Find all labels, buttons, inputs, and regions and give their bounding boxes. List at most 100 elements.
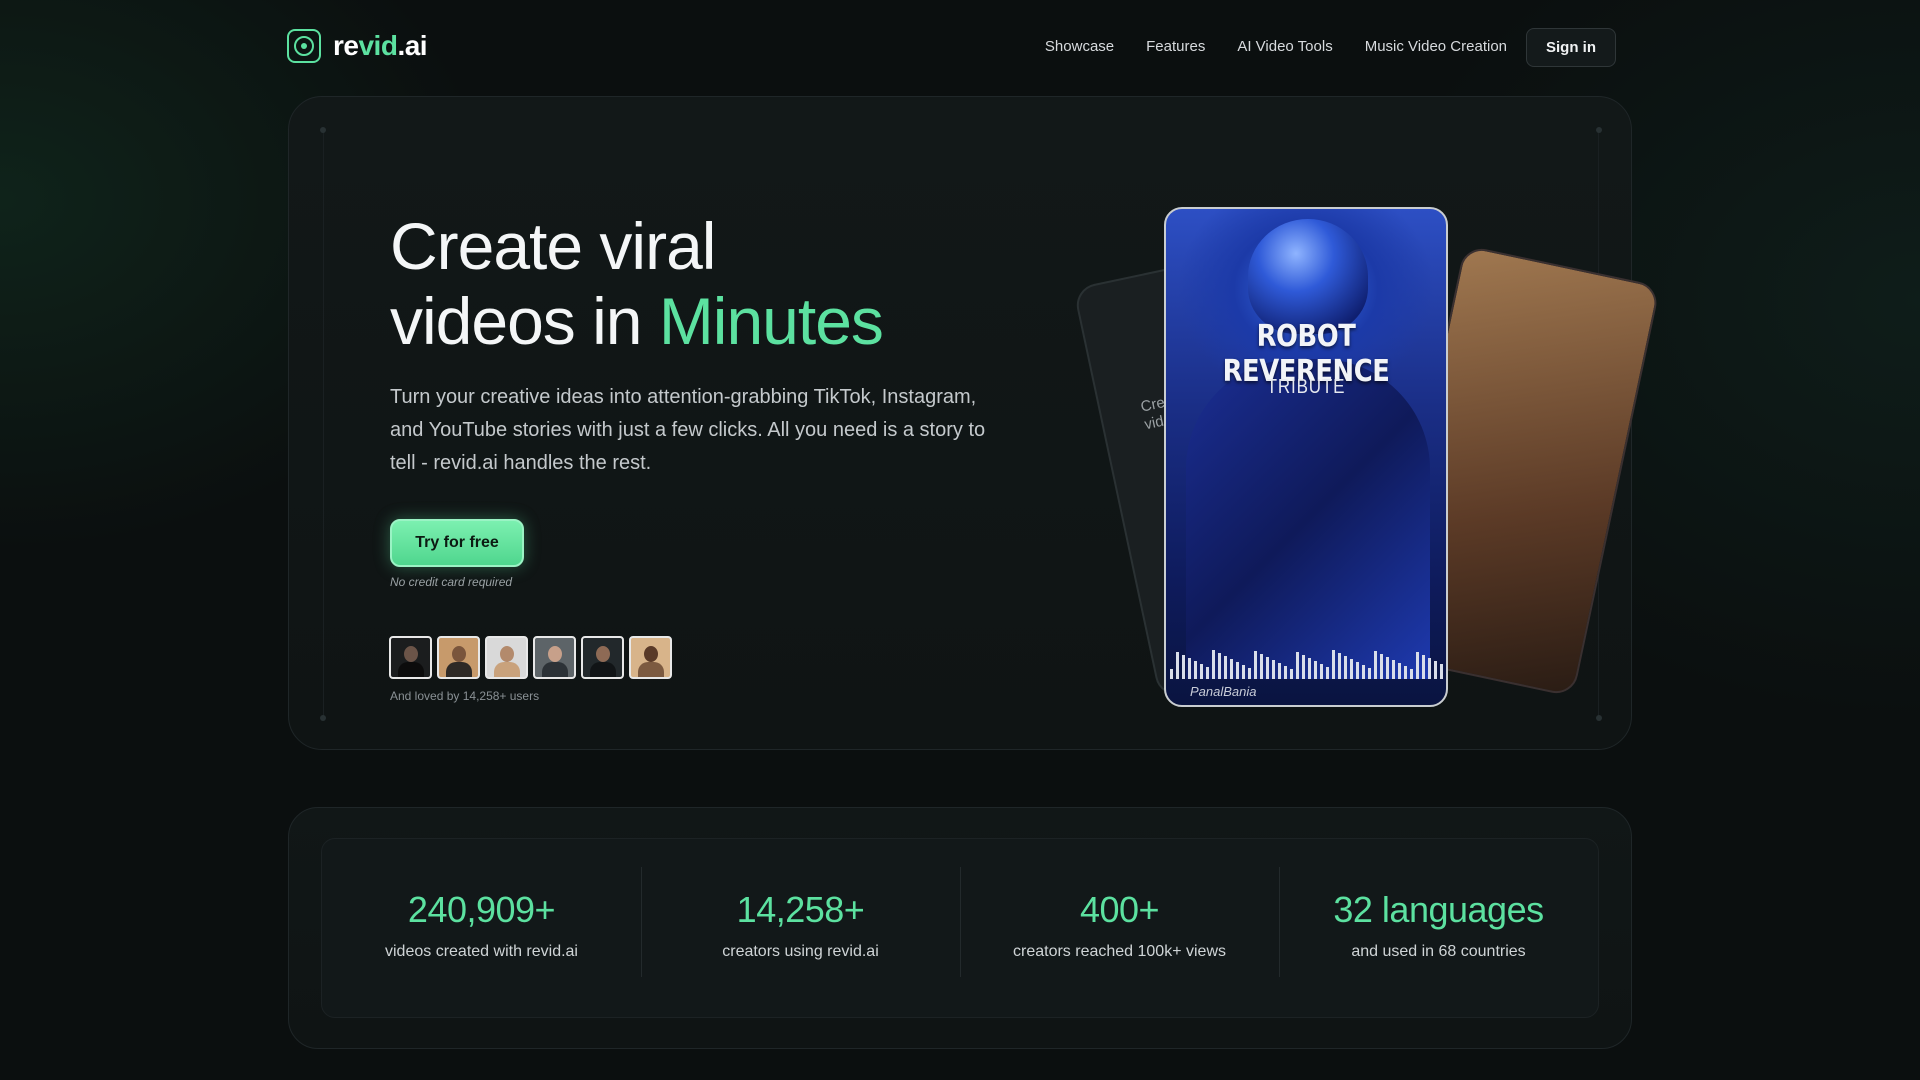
waveform-bar [1302,655,1305,679]
waveform-bar [1356,662,1359,679]
waveform-bar [1266,657,1269,679]
logo-icon [287,29,321,63]
waveform-bar [1314,661,1317,679]
waveform-bar [1236,662,1239,679]
avatar [629,636,672,679]
waveform-bar [1170,669,1173,679]
loved-by-text: And loved by 14,258+ users [390,689,540,703]
stat-languages: 32 languages and used in 68 countries [1279,839,1598,1017]
corner-dot [1596,127,1602,133]
video-brand: PanalBania [1190,684,1257,699]
waveform-bar [1296,652,1299,679]
waveform-bar [1290,669,1293,679]
video-subtitle: TRIBUTE [1266,376,1346,398]
stat-label: creators reached 100k+ views [1013,943,1226,960]
waveform-bar [1326,667,1329,679]
waveform-bar [1392,660,1395,679]
stat-creators-100k: 400+ creators reached 100k+ views [960,839,1279,1017]
nav-link-music-video-creation[interactable]: Music Video Creation [1365,38,1507,55]
hero-description: Turn your creative ideas into attention-… [390,386,986,474]
waveform-bar [1332,650,1335,679]
sign-in-button[interactable]: Sign in [1526,28,1616,67]
waveform-bar [1218,653,1221,679]
corner-dot [320,715,326,721]
waveform-bar [1374,651,1377,679]
stat-value: 240,909+ [407,889,556,930]
logo[interactable]: revid.ai [287,29,428,63]
waveform-bar [1188,658,1191,679]
waveform-bar [1380,654,1383,679]
try-for-free-button[interactable]: Try for free [390,519,524,567]
avatar [533,636,576,679]
waveform-bar [1272,660,1275,679]
hero-title-line2: videos in [390,284,659,358]
hero-inner: Create viral videos in Minutes Turn your… [320,127,1661,721]
hero-title: Create viral videos in Minutes [390,209,884,359]
waveform-bar [1404,666,1407,679]
waveform-bar [1320,664,1323,679]
stat-label: creators using revid.ai [722,943,879,960]
nav-link-showcase[interactable]: Showcase [1045,38,1114,55]
waveform-bar [1308,658,1311,679]
waveform-bar [1194,661,1197,679]
stat-value: 400+ [1079,889,1160,930]
waveform-bar [1338,653,1341,679]
nav-link-ai-video-tools[interactable]: AI Video Tools [1237,38,1332,55]
waveform-bar [1398,663,1401,679]
waveform-bar [1386,657,1389,679]
stat-value: 32 languages [1333,889,1544,930]
waveform-bar [1434,661,1437,679]
waveform-bar [1428,658,1431,679]
waveform-bar [1242,665,1245,679]
waveform-bar [1368,668,1371,679]
nav-links: Showcase Features AI Video Tools Music V… [1045,38,1507,55]
avatar [437,636,480,679]
waveform-bar [1212,650,1215,679]
waveform-bar [1422,655,1425,679]
logo-text-main: re [333,30,359,61]
waveform-bar [1206,667,1209,679]
avatar [485,636,528,679]
corner-dot [320,127,326,133]
corner-dot [1596,715,1602,721]
waveform-bar [1416,652,1419,679]
waveform-bar [1362,665,1365,679]
avatar [389,636,432,679]
waveform-bar [1182,655,1185,679]
stat-label: videos created with revid.ai [385,943,578,960]
waveform-bar [1230,659,1233,679]
waveform-bar [1260,654,1263,679]
stat-videos-created: 240,909+ videos created with revid.ai [322,839,641,1017]
waveform-bar [1410,669,1413,679]
waveform-bar [1440,664,1443,679]
hero-title-highlight: Minutes [658,284,884,358]
waveform-bar [1350,659,1353,679]
stat-label: and used in 68 countries [1351,943,1526,960]
waveform-bar [1200,664,1203,679]
hero-title-line1: Create viral [390,209,716,283]
phone-preview-main[interactable]: ROBOT REVERENCE TRIBUTE PanalBania [1164,207,1448,707]
logo-text-suffix: .ai [397,30,428,61]
stat-value: 14,258+ [736,889,865,930]
top-nav: revid.ai Showcase Features AI Video Tool… [0,0,1920,94]
waveform-bar [1254,651,1257,679]
stats-row: 240,909+ videos created with revid.ai 14… [321,838,1599,1018]
jacket-graphic [1186,359,1430,679]
logo-text: revid.ai [333,30,428,62]
hero-card: Create viral videos in Minutes Turn your… [288,96,1661,750]
user-avatars [389,636,672,679]
avatar [581,636,624,679]
waveform-bar [1278,663,1281,679]
stat-creators: 14,258+ creators using revid.ai [641,839,960,1017]
stats-card: 240,909+ videos created with revid.ai 14… [288,807,1632,1049]
nav-link-features[interactable]: Features [1146,38,1205,55]
waveform-bar [1176,652,1179,679]
helmet-graphic [1248,219,1368,334]
waveform-bar [1248,668,1251,679]
audio-waveform [1170,649,1446,679]
waveform-bar [1344,656,1347,679]
waveform-bar [1284,666,1287,679]
waveform-bar [1224,656,1227,679]
no-credit-card-note: No credit card required [390,575,513,589]
logo-text-accent: vid [358,30,398,61]
